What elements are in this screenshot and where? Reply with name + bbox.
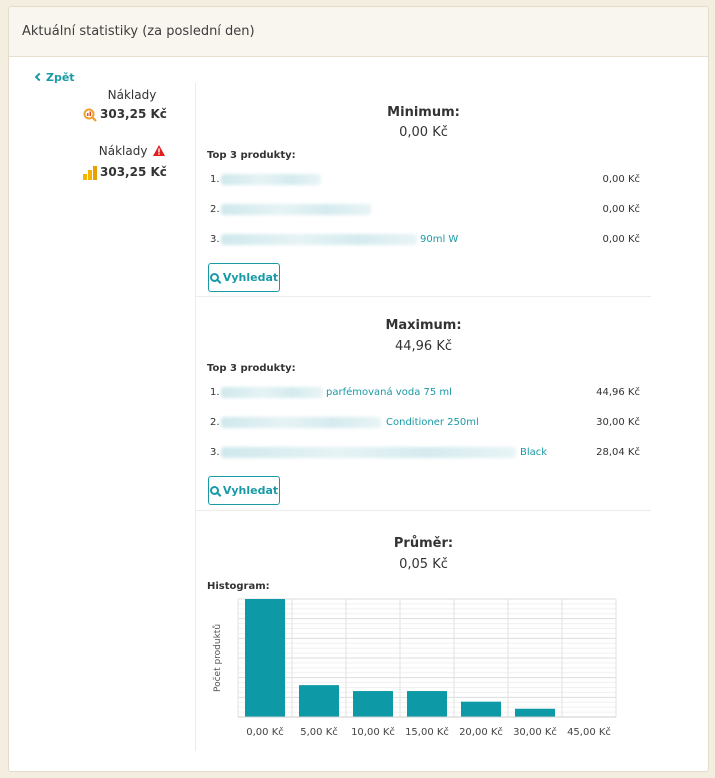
top-products-label: Top 3 produkty: (207, 363, 296, 374)
back-link[interactable]: Zpět (34, 71, 75, 84)
cost-value-2: 303,25 Kč (83, 165, 167, 180)
minimum-title: Minimum: (387, 105, 460, 120)
histogram-bar (407, 691, 447, 717)
product-rank: 2. (210, 417, 220, 428)
search-icon (209, 273, 219, 282)
histogram-bar (353, 691, 393, 717)
y-axis-label: Počet produktů (212, 624, 223, 692)
redacted-product-name[interactable] (221, 417, 381, 428)
cost-value: 303,25 Kč (83, 107, 167, 122)
product-link[interactable]: parfémovaná voda 75 ml (326, 387, 452, 398)
x-tick-label: 15,00 Kč (405, 726, 449, 738)
product-row: 1. 0,00 Kč (210, 172, 640, 188)
cost-label-warning: Náklady (57, 144, 207, 158)
page-title: Aktuální statistiky (za poslední den) (22, 24, 255, 39)
product-link[interactable]: 90ml W (420, 234, 458, 245)
product-price: 28,04 Kč (596, 447, 640, 458)
chevron-left-icon (34, 72, 44, 82)
cost-amount: 303,25 Kč (100, 107, 167, 121)
x-tick-label: 0,00 Kč (246, 726, 284, 738)
product-rank: 3. (210, 234, 220, 245)
product-price: 30,00 Kč (596, 417, 640, 428)
x-tick-label: 5,00 Kč (300, 726, 338, 738)
product-price: 0,00 Kč (602, 204, 641, 215)
redacted-product-name[interactable] (221, 447, 516, 458)
search-button-label: Vyhledat (222, 271, 279, 284)
maximum-title: Maximum: (385, 318, 462, 333)
search-button[interactable]: Vyhledat (208, 263, 280, 292)
x-tick-label: 20,00 Kč (459, 726, 503, 738)
product-rank: 2. (210, 204, 220, 215)
minimum-section: Minimum: 0,00 Kč Top 3 produkty: 1. 0,00… (196, 83, 651, 297)
warning-icon (153, 145, 166, 156)
histogram-bar (245, 599, 285, 717)
top-products-label: Top 3 produkty: (207, 150, 296, 161)
product-row: 1. parfémovaná voda 75 ml 44,96 Kč (210, 385, 640, 401)
product-row: 3. 90ml W 0,00 Kč (210, 232, 640, 248)
search-button[interactable]: Vyhledat (208, 476, 280, 505)
x-tick-label: 10,00 Kč (351, 726, 395, 738)
average-title: Průměr: (393, 536, 454, 551)
product-link[interactable]: Conditioner 250ml (386, 417, 479, 428)
histogram-bar (299, 685, 339, 717)
card-header: Aktuální statistiky (za poslední den) (9, 7, 708, 57)
histogram-bar (461, 701, 501, 717)
product-price: 44,96 Kč (596, 387, 640, 398)
bar-chart-icon (83, 165, 97, 180)
statistics-card: Aktuální statistiky (za poslední den) Zp… (8, 6, 709, 772)
redacted-product-name[interactable] (221, 204, 371, 215)
product-price: 0,00 Kč (602, 234, 641, 245)
maximum-section: Maximum: 44,96 Kč Top 3 produkty: 1. par… (196, 297, 651, 511)
search-button-label: Vyhledat (222, 484, 279, 497)
back-label: Zpět (46, 71, 75, 84)
product-price: 0,00 Kč (602, 174, 641, 185)
redacted-product-name[interactable] (221, 387, 323, 398)
cost-amount: 303,25 Kč (100, 165, 167, 179)
product-row: 3. Black 28,04 Kč (210, 445, 640, 461)
product-row: 2. 0,00 Kč (210, 202, 640, 218)
histogram-chart: 0,00 Kč 5,00 Kč 10,00 Kč 15,00 Kč 20,00 Kč 30… (212, 598, 617, 738)
product-rank: 1. (210, 174, 220, 185)
search-icon (209, 486, 219, 495)
x-tick-label: 30,00 Kč (513, 726, 557, 738)
product-rank: 1. (210, 387, 220, 398)
cost-label: Náklady (107, 88, 157, 102)
product-rank: 3. (210, 447, 220, 458)
search-chart-icon (83, 108, 97, 122)
product-row: 2. Conditioner 250ml 30,00 Kč (210, 415, 640, 431)
histogram-bar (515, 708, 555, 717)
cost-label-text: Náklady (98, 144, 148, 158)
redacted-product-name[interactable] (221, 234, 417, 245)
maximum-value: 44,96 Kč (394, 339, 453, 354)
redacted-product-name[interactable] (221, 174, 321, 185)
x-tick-label: 45,00 Kč (567, 726, 611, 738)
average-value: 0,05 Kč (399, 557, 448, 572)
minimum-value: 0,00 Kč (399, 125, 448, 140)
product-link[interactable]: Black (520, 447, 547, 458)
stats-main: Minimum: 0,00 Kč Top 3 produkty: 1. 0,00… (195, 83, 651, 751)
